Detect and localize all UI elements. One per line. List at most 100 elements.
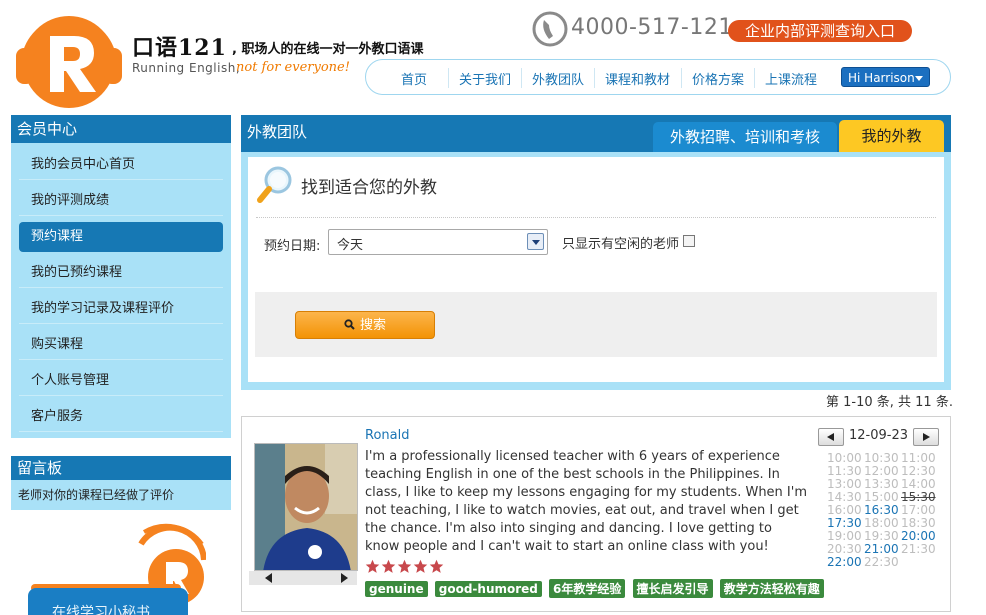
search-heading: 找到适合您的外教 (301, 178, 437, 198)
star-icon (381, 559, 396, 573)
user-greeting: Hi Harrison (848, 71, 915, 85)
sidebar-item-book-course[interactable]: 预约课程 (19, 222, 223, 252)
tag-item: good-humored (434, 581, 542, 597)
nav-divider (681, 68, 682, 88)
time-slot: 16:00 (827, 503, 862, 517)
time-slot[interactable]: 20:00 (901, 529, 936, 543)
time-slot: 13:30 (864, 477, 899, 491)
teacher-photo[interactable] (254, 443, 358, 571)
message-board-title: 留言板 (11, 456, 231, 480)
teacher-card: Ronald I'm a professionally licensed tea… (241, 416, 951, 612)
tab-recruitment[interactable]: 外教招聘、培训和考核 (653, 122, 837, 152)
nav-divider (594, 68, 595, 88)
sidebar-title: 会员中心 (11, 115, 231, 143)
time-slot: 12:30 (901, 464, 936, 478)
brand-title: 口语121 (132, 35, 227, 61)
running-english-logo[interactable] (14, 6, 124, 112)
teacher-rating (365, 559, 445, 578)
free-only-checkbox[interactable] (683, 235, 695, 247)
sidebar-item-scores[interactable]: 我的评测成绩 (19, 186, 223, 216)
photo-prev-icon[interactable] (265, 573, 272, 583)
sidebar-item-booked-courses[interactable]: 我的已预约课程 (19, 258, 223, 288)
free-only-label: 只显示有空闲的老师 (562, 237, 680, 252)
time-slot: 15:30 (901, 490, 936, 504)
time-slot: 19:30 (864, 529, 899, 543)
star-icon (365, 559, 380, 573)
star-icon (397, 559, 412, 573)
nav-divider (448, 68, 449, 88)
time-slot: 17:00 (901, 503, 936, 517)
results-count: 第 1-10 条, 共 11 条. (826, 395, 953, 410)
time-slot: 15:00 (864, 490, 899, 504)
tag-item: 6年教学经验 (549, 579, 626, 598)
tag-item: 擅长启发引导 (632, 579, 713, 598)
search-button-area: 搜索 (255, 292, 937, 357)
star-icon (413, 559, 428, 573)
time-slot: 20:30 (827, 542, 862, 556)
time-slot: 10:30 (864, 451, 899, 465)
tab-my-teachers[interactable]: 我的外教 (839, 120, 944, 152)
learning-assistant-box[interactable]: 在线学习小秘书 (28, 588, 188, 615)
time-slot: 12:00 (864, 464, 899, 478)
photo-scrollbar[interactable] (249, 571, 357, 585)
sidebar-item-support[interactable]: 客户服务 (19, 402, 223, 432)
tag-item: genuine (365, 581, 428, 597)
time-slot: 19:00 (827, 529, 862, 543)
time-slot: 14:30 (827, 490, 862, 504)
star-icon (429, 559, 444, 573)
nav-divider (521, 68, 522, 88)
time-slot: 18:00 (864, 516, 899, 530)
message-board-text[interactable]: 老师对你的课程已经做了评价 (11, 480, 231, 503)
time-slot: 18:30 (901, 516, 936, 530)
time-slot: 10:00 (827, 451, 862, 465)
time-slot: 21:30 (901, 542, 936, 556)
user-menu-button[interactable]: Hi Harrison (841, 67, 930, 87)
time-slot: 11:00 (901, 451, 936, 465)
time-slot: 11:30 (827, 464, 862, 478)
time-slot: 14:00 (901, 477, 936, 491)
search-button[interactable]: 搜索 (295, 311, 435, 339)
brand-slogan: , 职场人的在线一对一外教口语课 (232, 42, 424, 57)
sidebar-item-home[interactable]: 我的会员中心首页 (19, 150, 223, 180)
sidebar-item-learning-records[interactable]: 我的学习记录及课程评价 (19, 294, 223, 324)
sidebar-item-account[interactable]: 个人账号管理 (19, 366, 223, 396)
teacher-bio: I'm a professionally licensed teacher wi… (365, 449, 807, 554)
time-slot[interactable]: 22:00 (827, 555, 862, 569)
teacher-search-panel: 外教团队 外教招聘、培训和考核 我的外教 找到适合您的外教 预约日期: 今天 只… (241, 115, 951, 390)
photo-next-icon[interactable] (341, 573, 348, 583)
nav-courses[interactable]: 课程和教材 (605, 69, 670, 88)
nav-pricing[interactable]: 价格方案 (692, 69, 744, 88)
nav-divider (754, 68, 755, 88)
schedule-date: 12-09-23 (849, 428, 909, 443)
enterprise-assessment-button[interactable]: 企业内部评测查询入口 (728, 20, 912, 42)
teacher-name-link[interactable]: Ronald (365, 428, 409, 443)
main-nav: 首页 关于我们 外教团队 课程和教材 价格方案 上课流程 Hi Harrison (365, 59, 951, 95)
time-slot[interactable]: 17:30 (827, 516, 862, 530)
phone-icon (532, 11, 568, 47)
search-card: 找到适合您的外教 预约日期: 今天 只显示有空闲的老师 搜索 (248, 157, 944, 382)
teacher-photo-image (255, 444, 357, 570)
nav-process[interactable]: 上课流程 (765, 69, 817, 88)
time-slot: 13:00 (827, 477, 862, 491)
member-center-sidebar: 会员中心 我的会员中心首页 我的评测成绩 预约课程 我的已预约课程 我的学习记录… (11, 115, 231, 438)
chevron-down-icon (915, 76, 923, 81)
tag-item: 教学方法轻松有趣 (719, 579, 824, 598)
time-slot[interactable]: 16:30 (864, 503, 899, 517)
date-select[interactable]: 今天 (328, 229, 548, 255)
brand-english-name: Running English, (132, 61, 241, 75)
nav-home[interactable]: 首页 (401, 69, 427, 88)
date-label: 预约日期: (264, 239, 321, 254)
time-slot[interactable]: 21:00 (864, 542, 899, 556)
hotline-number: 4000-517-121 (571, 15, 733, 40)
brand-tagline: not for everyone! (236, 60, 350, 75)
nav-about[interactable]: 关于我们 (459, 69, 511, 88)
panel-header: 外教团队 外教招聘、培训和考核 我的外教 (241, 115, 951, 152)
nav-teachers[interactable]: 外教团队 (532, 69, 584, 88)
teacher-tags: genuine good-humored 6年教学经验 擅长启发引导 教学方法轻… (365, 579, 827, 598)
search-button-label: 搜索 (359, 318, 386, 333)
schedule-next-day-button[interactable] (913, 428, 939, 446)
sidebar-item-buy-course[interactable]: 购买课程 (19, 330, 223, 360)
schedule-prev-day-button[interactable] (818, 428, 844, 446)
dropdown-arrow-icon[interactable] (527, 233, 544, 250)
panel-title: 外教团队 (247, 123, 308, 141)
